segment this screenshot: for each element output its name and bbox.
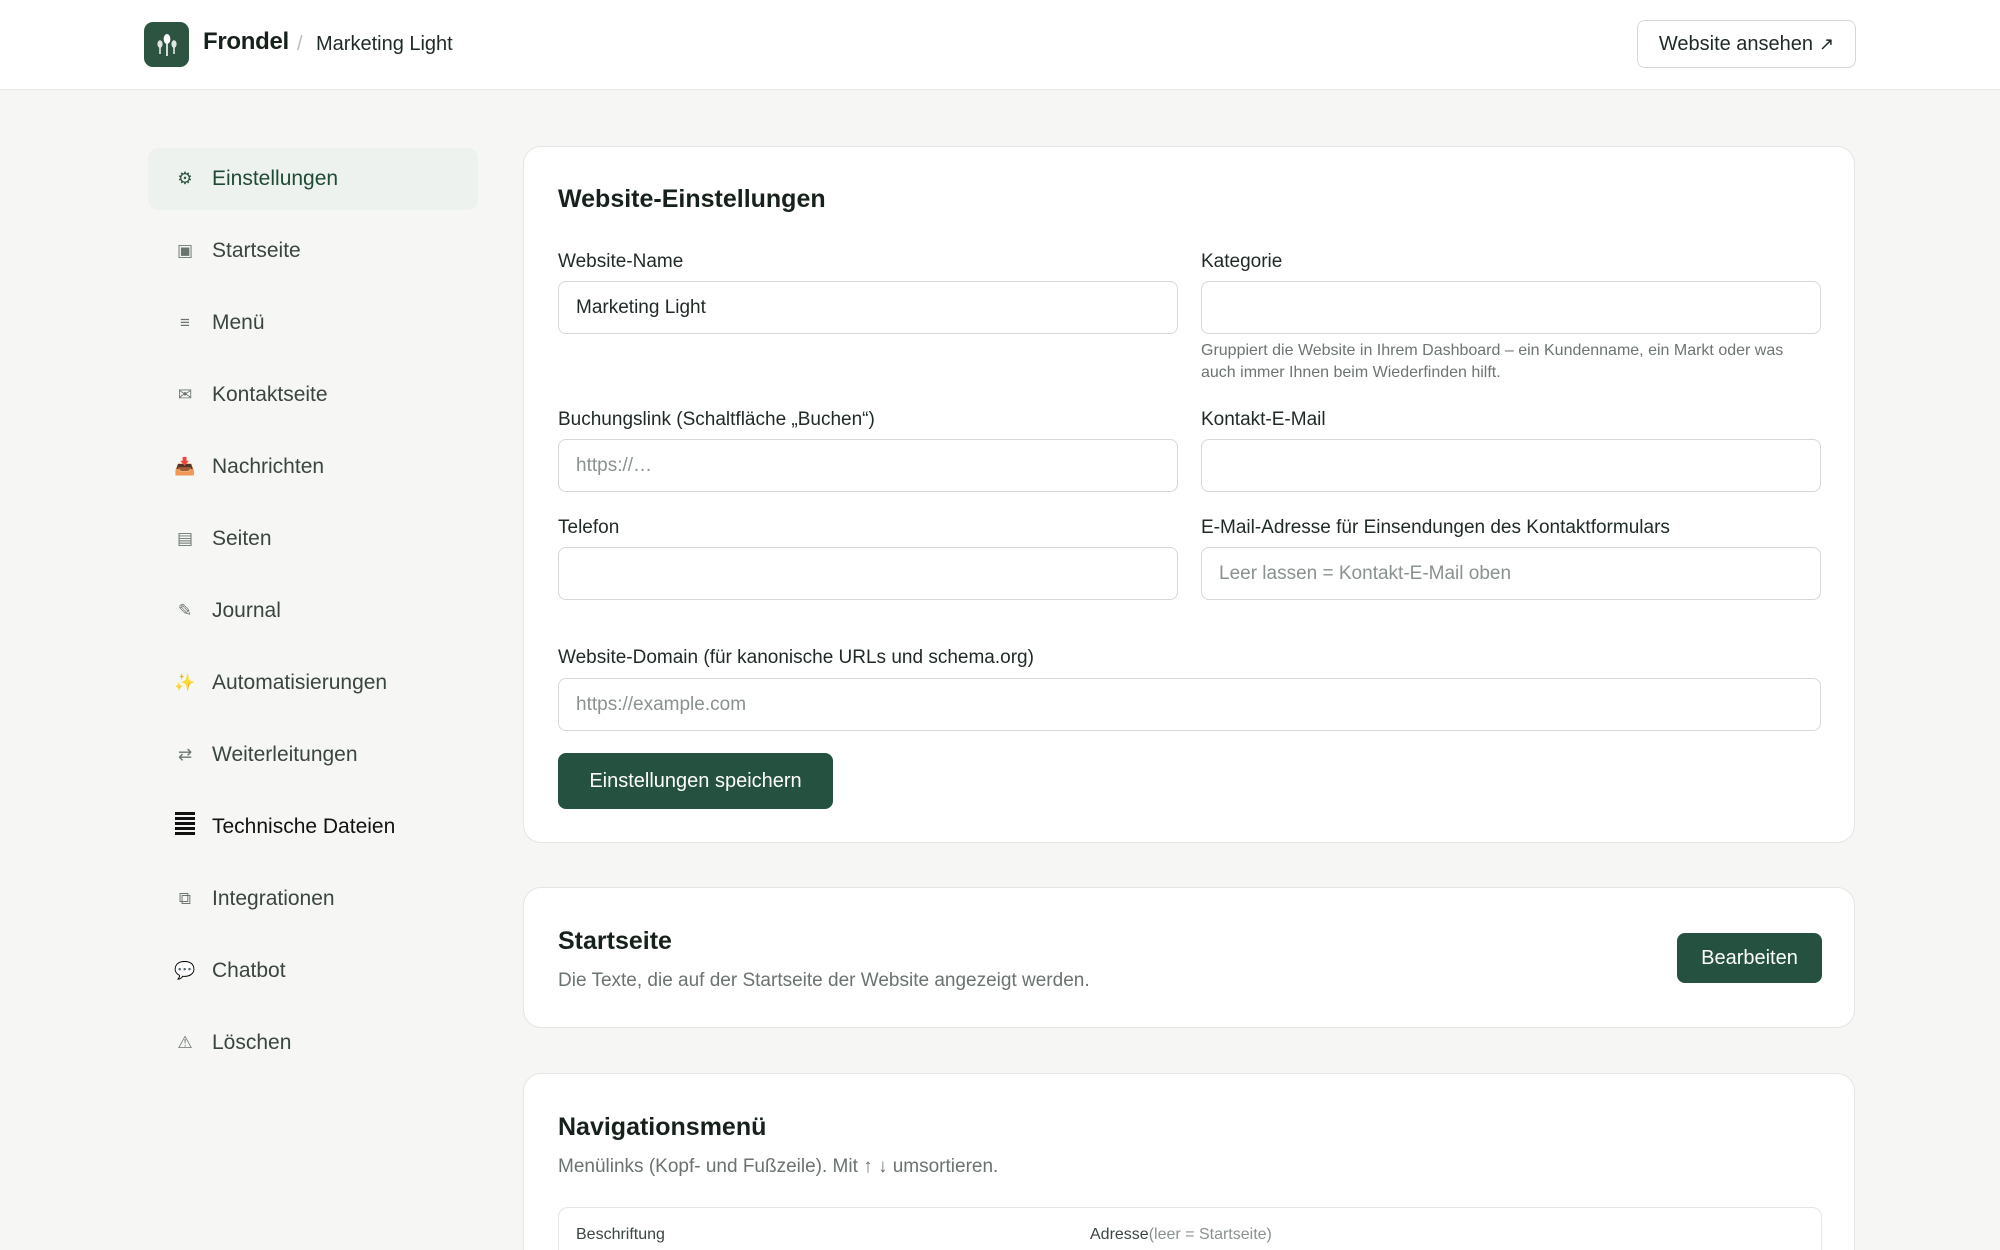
frondel-logo[interactable] — [144, 22, 189, 67]
domain-label: Website-Domain (für kanonische URLs und … — [558, 647, 1034, 668]
column-address-hint: (leer = Startseite) — [1148, 1226, 1272, 1243]
settings-title: Website-Einstellungen — [558, 185, 826, 213]
category-hint: Gruppiert die Website in Ihrem Dashboard… — [1201, 342, 1784, 381]
sidebar-item-chatbot[interactable]: 💬 Chatbot — [148, 940, 478, 1002]
domain-input[interactable] — [558, 678, 1821, 731]
site-name-input[interactable] — [558, 281, 1178, 334]
sidebar-item-weiterleitungen[interactable]: ⇄ Weiterleitungen — [148, 724, 478, 786]
homepage-title: Startseite — [558, 927, 672, 955]
contact-email-input[interactable] — [1201, 439, 1821, 492]
website-settings-card: Website-Einstellungen Website-Name Kateg… — [523, 146, 1855, 843]
gear-icon: ⚙ — [177, 169, 193, 188]
navigation-menu-card: Navigationsmenü Menülinks (Kopf- und Fuß… — [523, 1073, 1855, 1250]
sidebar-item-seiten[interactable]: ▤ Seiten — [148, 508, 478, 570]
sidebar-item-menue[interactable]: ≡ Menü — [148, 292, 478, 354]
sidebar-item-label: Menü — [212, 311, 265, 334]
booking-link-input[interactable] — [558, 439, 1178, 492]
menu-icon: ≡ — [180, 313, 190, 332]
contact-email-label: Kontakt-E-Mail — [1201, 409, 1326, 430]
sidebar: ⚙ Einstellungen ▣ Startseite ≡ Menü ✉ Ko… — [148, 148, 478, 1084]
sidebar-item-startseite[interactable]: ▣ Startseite — [148, 220, 478, 282]
edit-homepage-button[interactable]: Bearbeiten — [1677, 933, 1822, 983]
warning-icon: ⚠ — [177, 1033, 193, 1052]
view-website-label: Website ansehen — [1658, 32, 1814, 55]
sidebar-item-journal[interactable]: ✎ Journal — [148, 580, 478, 642]
homepage-description: Die Texte, die auf der Startseite der We… — [558, 970, 1090, 991]
column-address-header: Adresse(leer = Startseite) — [1090, 1226, 1272, 1244]
phone-input[interactable] — [558, 547, 1178, 600]
category-input[interactable] — [1201, 281, 1821, 334]
homepage-card: Startseite Die Texte, die auf der Starts… — [523, 887, 1855, 1028]
pencil-icon: ✎ — [177, 601, 193, 620]
page-icon: ▤ — [176, 529, 194, 548]
external-link-icon: ↗ — [1819, 33, 1835, 54]
breadcrumb-separator: / — [297, 33, 303, 55]
sidebar-item-label: Einstellungen — [212, 167, 339, 190]
form-email-input[interactable] — [1201, 547, 1821, 600]
sparkles-icon: ✨ — [174, 673, 196, 692]
file-lines-svg — [175, 811, 195, 835]
column-label-header: Beschriftung — [576, 1226, 665, 1243]
sidebar-item-label: Journal — [212, 599, 281, 622]
chat-bubble-icon: 💬 — [174, 961, 196, 980]
form-email-label: E-Mail-Adresse für Einsendungen des Kont… — [1201, 517, 1670, 538]
sidebar-item-label: Löschen — [212, 1031, 292, 1054]
view-website-button[interactable]: Website ansehen ↗ — [1637, 20, 1856, 68]
sidebar-item-integrationen[interactable]: ⧉ Integrationen — [148, 868, 478, 930]
sidebar-item-automatisierungen[interactable]: ✨ Automatisierungen — [148, 652, 478, 714]
sidebar-item-label: Automatisierungen — [212, 671, 388, 694]
sidebar-item-label: Chatbot — [212, 959, 286, 982]
site-name-label: Website-Name — [558, 251, 684, 272]
sidebar-item-loeschen[interactable]: ⚠ Löschen — [148, 1012, 478, 1074]
inbox-icon: 📥 — [174, 457, 196, 476]
redirect-arrows-icon: ⇄ — [177, 745, 193, 764]
top-bar: Frondel / Marketing Light Website ansehe… — [0, 0, 2000, 90]
sidebar-item-kontaktseite[interactable]: ✉ Kontaktseite — [148, 364, 478, 426]
envelope-icon: ✉ — [177, 385, 193, 404]
breadcrumb-site-name[interactable]: Marketing Light — [316, 33, 453, 56]
integrations-icon: ⧉ — [178, 889, 192, 908]
sidebar-item-label: Kontaktseite — [212, 383, 328, 406]
file-lines-icon — [168, 811, 202, 844]
sidebar-item-label: Nachrichten — [212, 455, 325, 478]
navmenu-title: Navigationsmenü — [558, 1113, 767, 1141]
brand-name[interactable]: Frondel — [203, 28, 289, 56]
booking-link-label: Buchungslink (Schaltfläche „Buchen“) — [558, 409, 875, 430]
sidebar-item-label: Integrationen — [212, 887, 335, 910]
category-label: Kategorie — [1201, 251, 1283, 272]
sidebar-item-label: Startseite — [212, 239, 301, 262]
sidebar-item-nachrichten[interactable]: 📥 Nachrichten — [148, 436, 478, 498]
sidebar-item-technische-dateien[interactable]: Technische Dateien — [148, 796, 478, 858]
sidebar-item-einstellungen[interactable]: ⚙ Einstellungen — [148, 148, 478, 210]
navmenu-description: Menülinks (Kopf- und Fußzeile). Mit ↑ ↓ … — [558, 1156, 999, 1177]
column-address-text: Adresse — [1090, 1226, 1149, 1243]
menu-table-header: Beschriftung Adresse(leer = Startseite) — [558, 1207, 1822, 1250]
save-settings-button[interactable]: Einstellungen speichern — [558, 753, 833, 809]
home-square-icon: ▣ — [176, 241, 194, 260]
sidebar-item-label: Technische Dateien — [212, 815, 396, 838]
sidebar-item-label: Weiterleitungen — [212, 743, 358, 766]
phone-label: Telefon — [558, 517, 620, 538]
sidebar-item-label: Seiten — [212, 527, 272, 550]
tree-logo-icon — [156, 33, 177, 56]
